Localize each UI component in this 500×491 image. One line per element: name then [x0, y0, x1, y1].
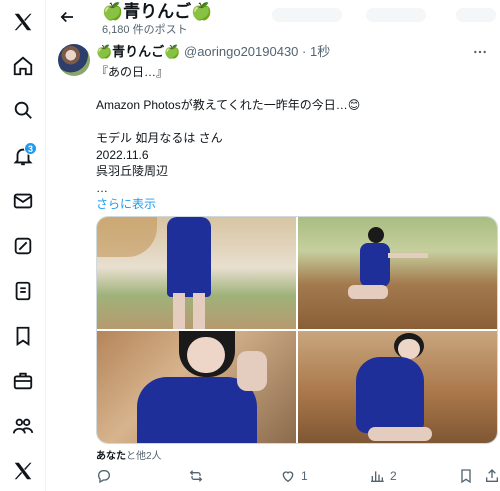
photo-subject: [368, 427, 432, 441]
back-arrow-icon[interactable]: [56, 6, 78, 28]
liked-by-name[interactable]: あなた: [96, 451, 126, 462]
photo-subject: [187, 337, 225, 373]
post-time[interactable]: 1秒: [310, 44, 330, 59]
share-button[interactable]: [484, 466, 500, 486]
avatar[interactable]: [58, 44, 90, 76]
jobs-icon[interactable]: [0, 365, 46, 397]
premium-x-icon[interactable]: [0, 455, 46, 487]
home-icon[interactable]: [0, 50, 46, 82]
post-text-line: Amazon Photosが教えてくれた一昨年の今日…😊: [96, 98, 361, 112]
photo-subject: [368, 227, 384, 243]
post-text-line: …: [96, 180, 108, 195]
search-icon[interactable]: [0, 94, 46, 126]
header-blurred-area: [366, 8, 426, 22]
views-count: 2: [390, 469, 397, 483]
photo-subject: [167, 217, 211, 297]
bookmark-button[interactable]: [458, 466, 474, 486]
meta-separator: ·: [298, 44, 310, 59]
post-count: 6,180 件のポスト: [102, 24, 188, 36]
photo-3[interactable]: [97, 331, 296, 443]
header-blurred-area: [272, 8, 342, 22]
messages-icon[interactable]: [0, 185, 46, 217]
analytics-icon: [371, 471, 384, 482]
notifications-badge: 3: [24, 142, 38, 155]
photo-subject: [398, 339, 420, 359]
profile-name-title: 🍏青りんご🍏: [102, 2, 213, 21]
profile-header: 🍏青りんご🍏 6,180 件のポスト: [46, 0, 500, 42]
bookmarks-icon[interactable]: [0, 320, 46, 352]
photo-subject: [348, 285, 388, 299]
photo-subject: [388, 253, 428, 258]
bookmark-icon: [461, 469, 471, 484]
liked-by-rest: と他2人: [126, 451, 162, 462]
header-blurred-area: [456, 8, 496, 22]
like-button[interactable]: 1: [280, 466, 308, 486]
photo-1[interactable]: [97, 217, 296, 329]
share-icon: [486, 469, 498, 482]
post-text-line: 2022.11.6: [96, 147, 149, 162]
x-logo-icon[interactable]: [0, 6, 46, 38]
repost-icon: [189, 470, 203, 482]
media-grid: [96, 216, 498, 444]
photo-foliage: [97, 217, 157, 257]
post-author[interactable]: 🍏青りんご🍏 @aoringo20190430 · 1秒: [96, 44, 330, 60]
author-display-name[interactable]: 🍏青りんご🍏: [96, 44, 180, 59]
views-button[interactable]: 2: [369, 466, 397, 486]
communities-icon[interactable]: [0, 410, 46, 442]
author-handle[interactable]: @aoringo20190430: [184, 44, 298, 59]
photo-subject: [360, 243, 390, 287]
reply-icon: [97, 470, 110, 484]
post-text: 『あの日…』 Amazon Photosが教えてくれた一昨年の今日…😊 モデル …: [96, 64, 486, 213]
heart-icon: [282, 471, 294, 483]
show-more-link[interactable]: さらに表示: [96, 196, 486, 213]
post-text-line: 『あの日…』: [96, 65, 169, 79]
post-actions: 1 2: [96, 466, 500, 486]
photo-subject: [173, 293, 185, 329]
photo-subject: [193, 293, 205, 329]
liked-by[interactable]: あなたと他2人: [96, 447, 162, 462]
photo-4[interactable]: [298, 331, 497, 443]
reply-button[interactable]: [96, 466, 117, 486]
left-nav: 3: [0, 0, 46, 491]
grok-icon[interactable]: [0, 230, 46, 262]
photo-subject: [356, 357, 424, 433]
post-text-line: [96, 114, 486, 131]
repost-button[interactable]: [188, 466, 209, 486]
post-text-line: モデル 如月なるは さん: [96, 131, 223, 145]
post-text-line: 呉羽丘陵周辺: [96, 164, 169, 178]
photo-2[interactable]: [298, 217, 497, 329]
photo-subject: [237, 351, 267, 391]
more-options-icon[interactable]: [472, 44, 492, 60]
like-count: 1: [301, 469, 308, 483]
post-text-line: [96, 81, 486, 98]
notifications-icon[interactable]: 3: [0, 140, 46, 172]
lists-icon[interactable]: [0, 275, 46, 307]
